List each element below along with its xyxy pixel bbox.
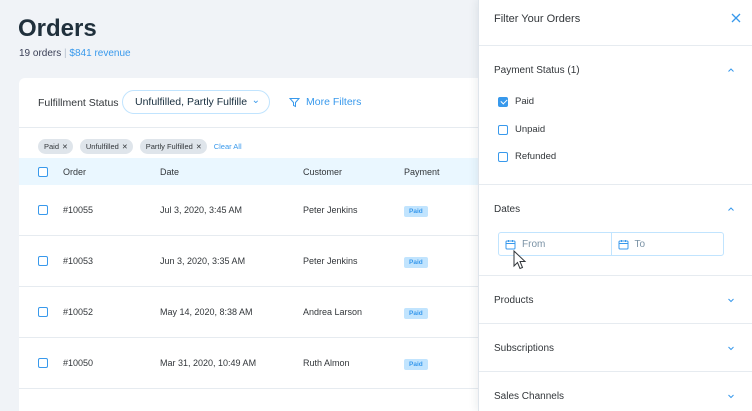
chevron-up-icon xyxy=(728,207,734,211)
fulfillment-status-value: Unfulfilled, Partly Fulfille xyxy=(135,96,248,108)
order-date: May 14, 2020, 8:38 AM xyxy=(160,307,253,317)
sales-channels-label: Sales Channels xyxy=(494,391,565,402)
refunded-label: Refunded xyxy=(515,151,557,162)
section-sales-channels[interactable]: Sales Channels xyxy=(479,388,752,408)
order-number: #10050 xyxy=(63,358,94,368)
payment-option-refunded[interactable]: Refunded xyxy=(498,151,556,162)
filter-chip-paid[interactable]: Paid ✕ xyxy=(38,139,73,154)
filter-panel: Filter Your Orders Payment Status (1) Pa… xyxy=(478,0,752,411)
section-subscriptions[interactable]: Subscriptions xyxy=(479,340,752,360)
fulfillment-status-dropdown[interactable]: Unfulfilled, Partly Fulfille ⌄ xyxy=(122,90,270,114)
chevron-up-icon xyxy=(728,68,734,72)
divider xyxy=(479,184,752,185)
customer-name: Ruth Almon xyxy=(303,358,350,368)
section-products[interactable]: Products xyxy=(479,292,752,312)
refunded-checkbox[interactable] xyxy=(498,151,508,162)
filter-panel-header: Filter Your Orders xyxy=(479,0,752,46)
mouse-cursor xyxy=(513,250,527,270)
chevron-down-icon xyxy=(728,346,734,351)
row-checkbox[interactable] xyxy=(38,205,48,215)
payment-badge: Paid xyxy=(404,307,428,319)
chevron-down-icon xyxy=(728,394,734,399)
orders-card: Fulfillment Status Unfulfilled, Partly F… xyxy=(19,78,489,411)
divider xyxy=(479,371,752,372)
column-header-payment[interactable]: Payment xyxy=(404,167,440,177)
section-payment-status[interactable]: Payment Status (1) xyxy=(479,62,752,82)
orders-summary: 19 orders | $841 revenue xyxy=(19,48,131,59)
order-number: #10055 xyxy=(63,205,94,215)
summary-separator: | xyxy=(64,48,67,59)
customer-name: Peter Jenkins xyxy=(303,256,358,266)
section-dates[interactable]: Dates xyxy=(479,201,752,221)
order-date: Mar 31, 2020, 10:49 AM xyxy=(160,358,257,368)
active-filter-chips: Paid ✕ Unfulfilled ✕ Partly Fulfilled ✕ Cle… xyxy=(38,139,242,154)
paid-label: Paid xyxy=(515,96,535,107)
calendar-icon xyxy=(618,239,628,249)
date-to-input[interactable]: To xyxy=(610,233,724,255)
filter-icon xyxy=(289,97,300,107)
close-icon[interactable] xyxy=(730,12,742,24)
row-checkbox[interactable] xyxy=(38,307,48,317)
chip-label: Partly Fulfilled xyxy=(145,142,193,151)
payment-badge: Paid xyxy=(404,256,428,268)
page-title: Orders xyxy=(18,15,97,42)
filter-bar: Fulfillment Status Unfulfilled, Partly F… xyxy=(19,78,489,128)
column-header-order[interactable]: Order xyxy=(63,167,86,177)
payment-badge: Paid xyxy=(404,205,428,217)
table-row[interactable]: #10052 May 14, 2020, 8:38 AM Andrea Lars… xyxy=(19,287,489,338)
table-row[interactable]: #10055 Jul 3, 2020, 3:45 AM Peter Jenkin… xyxy=(19,185,489,236)
close-icon[interactable]: ✕ xyxy=(122,144,128,151)
paid-checkbox[interactable] xyxy=(498,96,508,107)
divider xyxy=(479,275,752,276)
column-header-customer[interactable]: Customer xyxy=(303,167,342,177)
date-from-placeholder: From xyxy=(522,238,546,250)
close-icon[interactable]: ✕ xyxy=(196,144,202,151)
chevron-down-icon: ⌄ xyxy=(251,95,260,106)
orders-page: Orders 19 orders | $841 revenue Fulfillm… xyxy=(0,0,489,411)
table-row[interactable]: #10053 Jun 3, 2020, 3:35 AM Peter Jenkin… xyxy=(19,236,489,287)
more-filters-button[interactable]: More Filters xyxy=(289,96,361,108)
dates-label: Dates xyxy=(494,204,521,215)
payment-option-unpaid[interactable]: Unpaid xyxy=(498,124,545,135)
row-checkbox[interactable] xyxy=(38,256,48,266)
clear-all-link[interactable]: Clear All xyxy=(214,142,242,151)
table-header: Order Date Customer Payment xyxy=(19,158,489,185)
unpaid-checkbox[interactable] xyxy=(498,124,508,135)
select-all-checkbox[interactable] xyxy=(38,166,48,177)
more-filters-label: More Filters xyxy=(306,96,362,108)
column-header-date[interactable]: Date xyxy=(160,167,179,177)
divider xyxy=(479,323,752,324)
customer-name: Andrea Larson xyxy=(303,307,363,317)
filter-chip-partly-fulfilled[interactable]: Partly Fulfilled ✕ xyxy=(139,139,207,154)
subscriptions-label: Subscriptions xyxy=(494,343,555,354)
row-checkbox[interactable] xyxy=(38,358,48,368)
orders-count: 19 orders xyxy=(19,48,62,59)
payment-option-paid[interactable]: Paid xyxy=(498,96,534,107)
payment-status-label: Payment Status (1) xyxy=(494,65,580,76)
order-date: Jun 3, 2020, 3:35 AM xyxy=(160,256,246,266)
calendar-icon xyxy=(505,239,516,249)
date-to-placeholder: To xyxy=(634,238,646,250)
products-label: Products xyxy=(494,295,534,306)
order-number: #10053 xyxy=(63,256,94,266)
date-range-picker: From To xyxy=(498,232,724,256)
revenue-link[interactable]: $841 revenue xyxy=(69,48,130,59)
filter-panel-title: Filter Your Orders xyxy=(494,13,581,25)
chip-label: Unfulfilled xyxy=(85,142,119,151)
filter-chip-unfulfilled[interactable]: Unfulfilled ✕ xyxy=(79,139,133,154)
order-number: #10052 xyxy=(63,307,94,317)
chevron-down-icon xyxy=(728,298,734,303)
chip-label: Paid xyxy=(44,142,60,151)
close-icon[interactable]: ✕ xyxy=(62,144,68,151)
payment-badge: Paid xyxy=(404,358,428,370)
order-date: Jul 3, 2020, 3:45 AM xyxy=(160,205,243,215)
unpaid-label: Unpaid xyxy=(515,124,546,135)
table-row[interactable]: #10050 Mar 31, 2020, 10:49 AM Ruth Almon… xyxy=(19,338,489,389)
fulfillment-status-label: Fulfillment Status xyxy=(38,97,119,109)
customer-name: Peter Jenkins xyxy=(303,205,358,215)
